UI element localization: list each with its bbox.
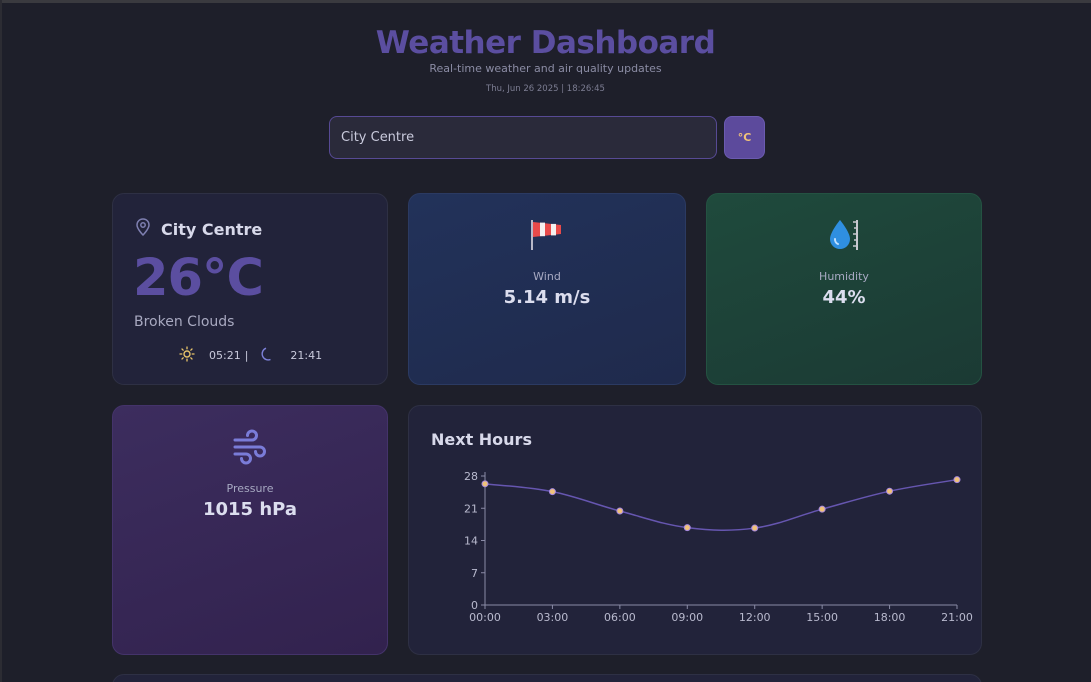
droplet-icon [824, 220, 864, 258]
humidity-label: Humidity [819, 270, 869, 283]
pressure-value: 1015 hPa [202, 499, 298, 520]
moon-icon [260, 346, 276, 365]
y-tick-label: 21 [464, 502, 478, 515]
pressure-stat: Pressure 1015 hPa [113, 426, 387, 520]
current-temperature: 26°C [133, 249, 264, 308]
page-header: Weather Dashboard Real-time weather and … [0, 26, 1091, 94]
pressure-label: Pressure [226, 482, 274, 495]
x-tick-label: 03:00 [537, 611, 569, 624]
x-tick-label: 00:00 [469, 611, 501, 624]
y-tick-label: 28 [464, 470, 478, 483]
x-tick-label: 18:00 [874, 611, 906, 624]
x-tick-label: 06:00 [604, 611, 636, 624]
city-search-input[interactable] [329, 116, 717, 159]
y-tick-label: 14 [464, 535, 478, 548]
temperature-point [683, 524, 691, 532]
x-tick-label: 12:00 [739, 611, 771, 624]
temperature-point [751, 524, 759, 532]
location-name: City Centre [161, 219, 263, 239]
temperature-series-line [484, 478, 958, 531]
window-top-border [0, 0, 1091, 3]
temperature-point [548, 488, 556, 496]
wind-stat: Wind 5.14 m/s [409, 214, 685, 308]
forecast-card: Next Hours 0 7 14 21 28 00:00 03:00 06:00 09:00 1… [408, 405, 982, 655]
pressure-card: Pressure 1015 hPa [112, 405, 388, 655]
temperature-point [886, 487, 894, 495]
sun-separator: | [244, 349, 249, 362]
sun-icon [179, 346, 195, 365]
humidity-card: Humidity 44% [706, 193, 982, 385]
wind-icon [230, 429, 270, 470]
x-tick-label: 21:00 [941, 611, 973, 624]
sun-times: 05:21 | 21:41 [179, 346, 322, 365]
weather-condition: Broken Clouds [134, 314, 235, 330]
wind-label: Wind [533, 270, 561, 283]
page-title: Weather Dashboard [375, 25, 716, 61]
humidity-value: 44% [822, 287, 866, 308]
wind-card: Wind 5.14 m/s [408, 193, 686, 385]
wind-value: 5.14 m/s [503, 287, 591, 308]
map-pin-icon [135, 218, 151, 240]
sunset-time: 21:41 [290, 349, 323, 362]
unit-toggle-button[interactable]: °C [724, 116, 765, 159]
sunrise-time: 05:21 [209, 349, 241, 362]
temperature-point [481, 480, 489, 488]
location-card: City Centre 26°C Broken Clouds 05:21 | 2… [112, 193, 388, 385]
page-subtitle: Real-time weather and air quality update… [429, 62, 662, 75]
location-row: City Centre [135, 218, 262, 240]
temperature-point [818, 505, 826, 513]
temperature-point [953, 476, 961, 484]
temperature-point [616, 507, 624, 515]
humidity-stat: Humidity 44% [707, 214, 981, 308]
window-left-border [0, 0, 2, 682]
x-tick-label: 09:00 [671, 611, 703, 624]
x-tick-label: 15:00 [806, 611, 838, 624]
bottom-card [112, 674, 982, 682]
current-datetime: Thu, Jun 26 2025 | 18:26:45 [486, 84, 605, 94]
windsock-icon [527, 220, 567, 258]
y-tick-label: 7 [471, 567, 478, 580]
forecast-chart: 0714212800:00 03:00 06:00 09:00 12:00 15:00 18… [464, 470, 973, 624]
